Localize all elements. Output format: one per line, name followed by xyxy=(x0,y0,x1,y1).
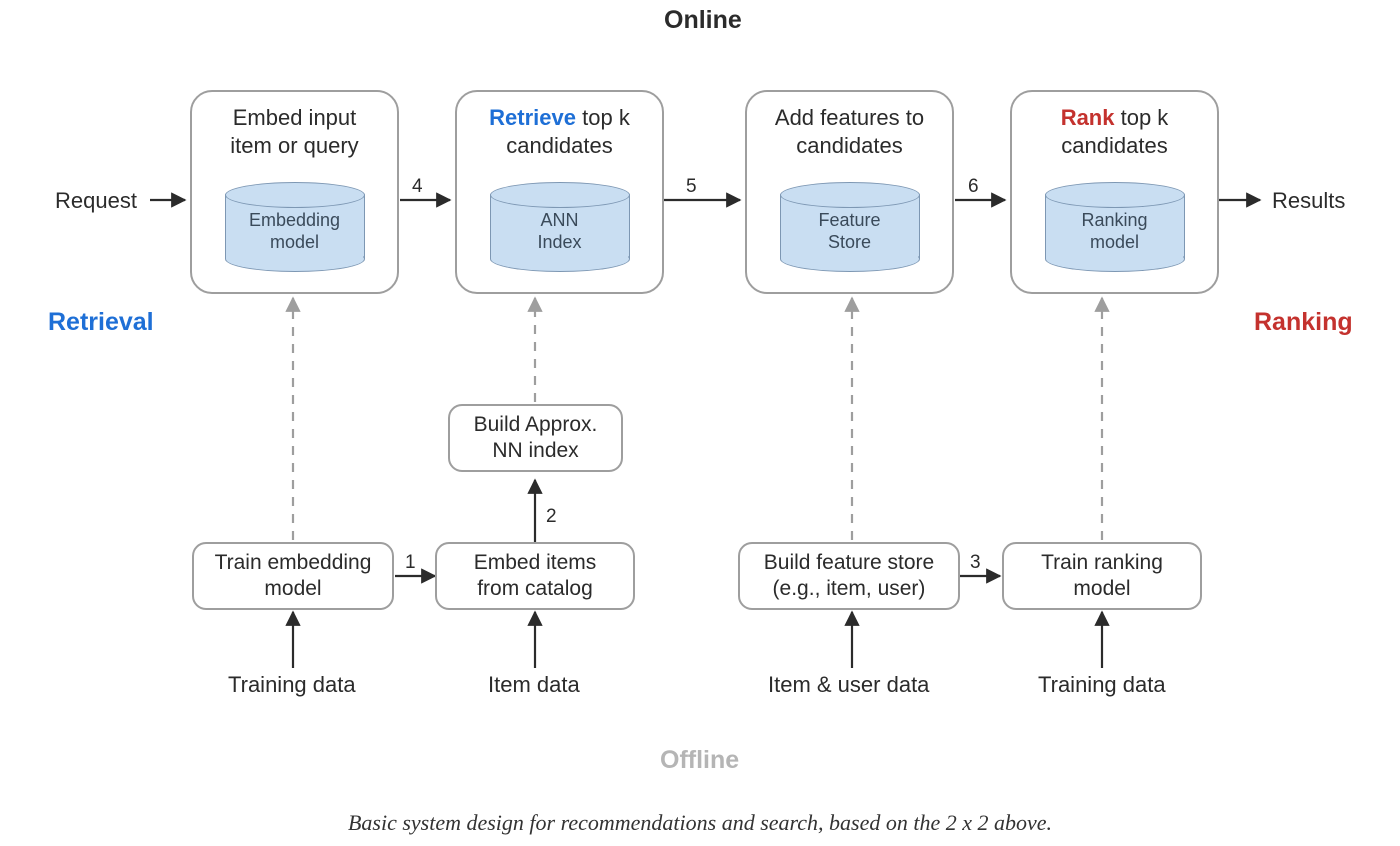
step-3: 3 xyxy=(970,552,981,574)
box-add-features-title: Add features to candidates xyxy=(747,104,952,159)
label-item-user-data: Item & user data xyxy=(768,672,929,698)
label-training-data-left: Training data xyxy=(228,672,356,698)
db-ann-index-label: ANNIndex xyxy=(490,210,630,253)
box-rank-title: Rank top k candidates xyxy=(1012,104,1217,159)
box-embed-items: Embed itemsfrom catalog xyxy=(435,542,635,610)
label-offline: Offline xyxy=(660,746,739,775)
step-5: 5 xyxy=(686,176,697,198)
step-2: 2 xyxy=(546,506,557,528)
db-feature-store: FeatureStore xyxy=(780,182,920,272)
box-build-feature-store: Build feature store(e.g., item, user) xyxy=(738,542,960,610)
label-online: Online xyxy=(664,6,742,35)
box-train-embedding: Train embeddingmodel xyxy=(192,542,394,610)
label-request: Request xyxy=(55,188,137,214)
label-training-data-right: Training data xyxy=(1038,672,1166,698)
label-ranking: Ranking xyxy=(1254,308,1353,337)
label-results: Results xyxy=(1272,188,1345,214)
box-retrieve: Retrieve top k candidates ANNIndex xyxy=(455,90,664,294)
label-retrieval: Retrieval xyxy=(48,308,154,337)
figure-caption: Basic system design for recommendations … xyxy=(0,810,1400,836)
diagram-canvas: Online Offline Retrieval Ranking Request… xyxy=(0,0,1400,846)
box-embed-input: Embed input item or query Embeddingmodel xyxy=(190,90,399,294)
label-item-data: Item data xyxy=(488,672,580,698)
db-embedding-model: Embeddingmodel xyxy=(225,182,365,272)
box-retrieve-title: Retrieve top k candidates xyxy=(457,104,662,159)
box-rank: Rank top k candidates Rankingmodel xyxy=(1010,90,1219,294)
box-embed-input-title: Embed input item or query xyxy=(192,104,397,159)
box-add-features: Add features to candidates FeatureStore xyxy=(745,90,954,294)
box-build-ann: Build Approx.NN index xyxy=(448,404,623,472)
db-feature-store-label: FeatureStore xyxy=(780,210,920,253)
step-4: 4 xyxy=(412,176,423,198)
box-train-ranking: Train rankingmodel xyxy=(1002,542,1202,610)
step-1: 1 xyxy=(405,552,416,574)
db-ann-index: ANNIndex xyxy=(490,182,630,272)
step-6: 6 xyxy=(968,176,979,198)
db-ranking-model-label: Rankingmodel xyxy=(1045,210,1185,253)
db-embedding-model-label: Embeddingmodel xyxy=(225,210,365,253)
db-ranking-model: Rankingmodel xyxy=(1045,182,1185,272)
